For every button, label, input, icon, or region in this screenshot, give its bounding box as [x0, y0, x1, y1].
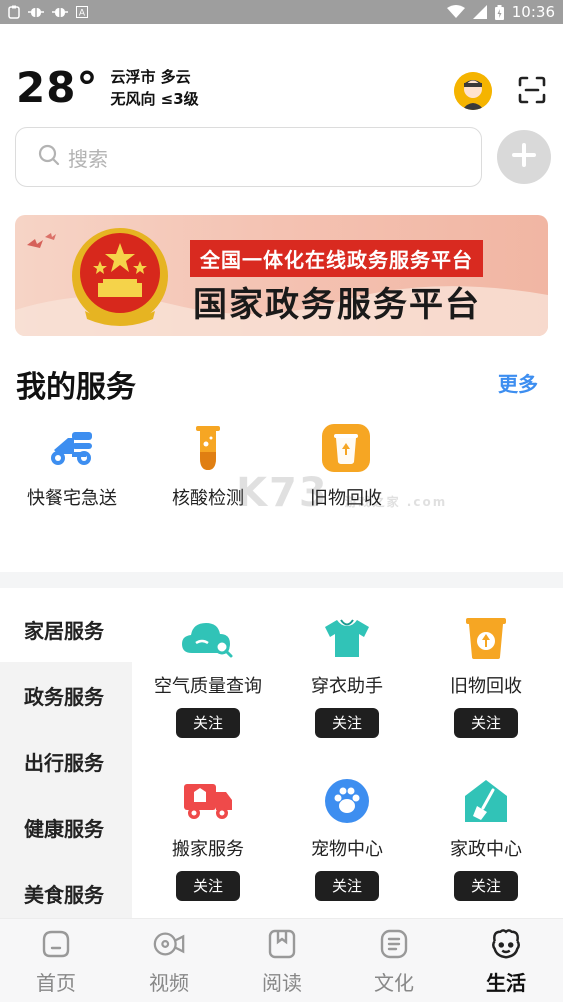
tshirt-icon — [319, 612, 375, 664]
recycle-icon — [318, 420, 374, 476]
home-icon — [39, 927, 73, 961]
banner-tagline: 全国一体化在线政务服务平台 — [190, 240, 483, 277]
grid-label: 空气质量查询 — [154, 676, 262, 697]
weather-wind: 无风向 ≤3级 — [110, 90, 199, 108]
watermark-sub: 游戏之家 .com — [344, 495, 448, 509]
tab-label: 生活 — [486, 971, 526, 995]
promo-banner[interactable]: 全国一体化在线政务服务平台 国家政务服务平台 — [15, 215, 548, 336]
follow-button[interactable]: 关注 — [454, 708, 518, 738]
follow-button[interactable]: 关注 — [454, 871, 518, 901]
follow-button[interactable]: 关注 — [315, 708, 379, 738]
weather-widget[interactable]: 28° 云浮市 多云 无风向 ≤3级 — [16, 66, 199, 110]
add-button[interactable] — [497, 130, 551, 184]
scooter-icon — [44, 420, 100, 476]
tab-video[interactable]: 视频 — [129, 927, 209, 996]
grid-item-housekeeping[interactable]: 家政中心 关注 — [416, 775, 556, 901]
search-icon — [38, 144, 60, 170]
service-item-delivery[interactable]: 快餐宅急送 — [12, 420, 132, 510]
category-item-health[interactable]: 健康服务 — [0, 794, 132, 860]
tab-reading[interactable]: 阅读 — [242, 927, 322, 996]
watermark-text: K73 — [236, 470, 329, 516]
grid-label: 旧物回收 — [450, 676, 522, 697]
watermark: K73 游戏之家 .com — [236, 470, 447, 516]
flask-icon — [180, 420, 236, 476]
grid-label: 宠物中心 — [311, 839, 383, 860]
grid-label: 搬家服务 — [172, 839, 244, 860]
category-item-food[interactable]: 美食服务 — [0, 860, 132, 926]
grid-item-clothing[interactable]: 穿衣助手 关注 — [277, 612, 417, 738]
category-item-government[interactable]: 政务服务 — [0, 662, 132, 728]
follow-button[interactable]: 关注 — [176, 708, 240, 738]
search-placeholder: 搜索 — [68, 146, 108, 171]
grid-item-moving[interactable]: 搬家服务 关注 — [138, 775, 278, 901]
tab-label: 文化 — [374, 971, 414, 995]
svg-text:A: A — [79, 9, 86, 19]
grid-item-pet[interactable]: 宠物中心 关注 — [277, 775, 417, 901]
scan-icon[interactable] — [518, 76, 546, 104]
grid-item-recycle[interactable]: 旧物回收 关注 — [416, 612, 556, 738]
grid-label: 家政中心 — [450, 839, 522, 860]
culture-icon — [377, 927, 411, 961]
grid-item-air-quality[interactable]: 空气质量查询 关注 — [138, 612, 278, 738]
tab-label: 首页 — [36, 971, 76, 995]
category-item-travel[interactable]: 出行服务 — [0, 728, 132, 794]
grid-label: 穿衣助手 — [311, 676, 383, 697]
paw-icon — [319, 775, 375, 827]
bug-icon — [52, 5, 68, 19]
category-sidebar: 家居服务 政务服务 出行服务 健康服务 美食服务 — [0, 596, 132, 918]
wifi-icon — [446, 5, 465, 19]
service-label: 快餐宅急送 — [27, 488, 117, 509]
tab-label: 阅读 — [262, 971, 302, 995]
search-input[interactable]: 搜索 — [15, 127, 482, 187]
follow-button[interactable]: 关注 — [176, 871, 240, 901]
my-services-title: 我的服务 — [16, 370, 136, 405]
bug-icon — [28, 5, 44, 19]
truck-icon — [180, 775, 236, 827]
status-bar: A 10:36 — [0, 0, 563, 24]
bottom-nav: 首页 视频 阅读 文化 生活 — [0, 918, 563, 1002]
section-divider — [0, 572, 563, 588]
tab-home[interactable]: 首页 — [16, 927, 96, 996]
more-link[interactable]: 更多 — [498, 368, 538, 397]
house-broom-icon — [458, 775, 514, 827]
life-icon — [489, 927, 523, 961]
weather-city-condition: 云浮市 多云 — [110, 68, 191, 86]
tab-life[interactable]: 生活 — [466, 927, 546, 996]
cloud-search-icon — [180, 612, 236, 664]
plus-icon — [510, 141, 538, 173]
signal-icon — [472, 5, 487, 19]
temperature: 28° — [16, 63, 99, 112]
clipboard-icon — [8, 5, 20, 19]
battery-icon — [494, 4, 504, 20]
tab-culture[interactable]: 文化 — [354, 927, 434, 996]
follow-button[interactable]: 关注 — [315, 871, 379, 901]
category-item-home[interactable]: 家居服务 — [0, 596, 132, 662]
tab-label: 视频 — [149, 971, 189, 995]
avatar[interactable] — [454, 72, 492, 110]
recycle-bin-icon — [458, 612, 514, 664]
banner-title: 国家政务服务平台 — [193, 285, 481, 325]
national-emblem-icon — [65, 221, 175, 331]
font-icon: A — [76, 6, 88, 18]
book-icon — [265, 927, 299, 961]
status-time: 10:36 — [511, 3, 555, 21]
video-icon — [152, 927, 186, 961]
